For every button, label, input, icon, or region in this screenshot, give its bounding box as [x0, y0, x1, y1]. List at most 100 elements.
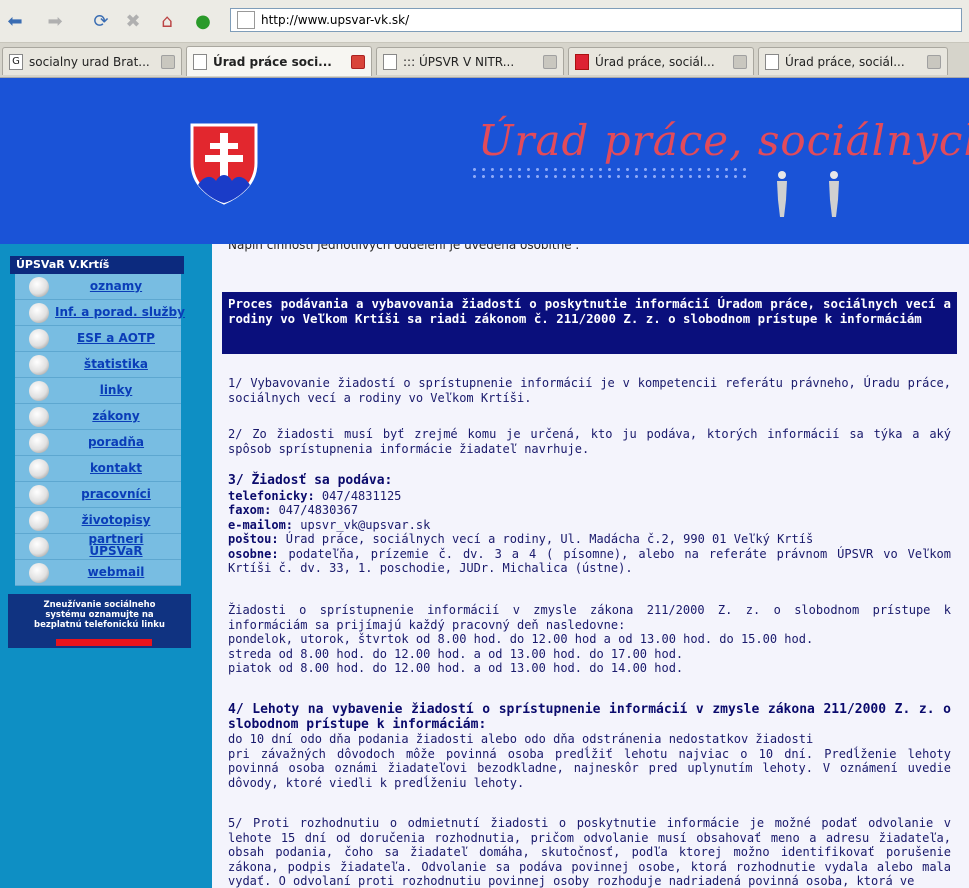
- tab-2[interactable]: Úrad práce soci...: [186, 46, 372, 76]
- office-hours-line: piatok od 8.00 hod. do 12.00 hod. a od 1…: [228, 661, 684, 675]
- sidebar-item-label[interactable]: webmail: [55, 565, 177, 579]
- paragraph-3: 3/ Žiadosť sa podáva: telefonicky: 047/4…: [228, 473, 951, 576]
- sidebar-item-label[interactable]: partneri ÚPSVaR: [55, 533, 177, 557]
- content-cut-line: Náplň činnosti jednotlivých oddelení je …: [228, 244, 580, 252]
- paragraph-5: 5/ Proti rozhodnutiu o odmietnutí žiados…: [228, 816, 951, 888]
- menu-ball-icon: [29, 329, 49, 349]
- google-icon: G: [9, 53, 23, 70]
- banner-title: Úrad práce, sociálnych v: [478, 116, 969, 165]
- close-icon[interactable]: [351, 54, 365, 69]
- main-content: Náplň činnosti jednotlivých oddelení je …: [212, 244, 969, 888]
- tab-4[interactable]: Úrad práce, sociál...: [568, 47, 754, 75]
- sidebar-item-esf-aotp[interactable]: ESF a AOTP: [15, 326, 181, 352]
- tab-label: Úrad práce, sociál...: [595, 54, 715, 69]
- tab-bar: G socialny urad Brat... Úrad práce soci.…: [0, 43, 969, 78]
- alert-line: systému oznamujte na: [45, 610, 154, 620]
- red-bar-decoration: [56, 639, 152, 646]
- sidebar-item-label[interactable]: životopisy: [55, 513, 177, 527]
- menu-ball-icon: [29, 381, 49, 401]
- sidebar-item-poradna[interactable]: poradňa: [15, 430, 181, 456]
- tab-5[interactable]: Úrad práce, sociál...: [758, 47, 948, 75]
- paragraph-4-line: pri závažných dôvodoch môže povinná osob…: [228, 746, 951, 790]
- menu-ball-icon: [29, 511, 49, 531]
- sidebar-item-pracovnici[interactable]: pracovníci: [15, 482, 181, 508]
- sidebar-item-label[interactable]: zákony: [55, 409, 177, 423]
- sidebar-item-inf-porad-sluzby[interactable]: Inf. a porad. služby: [15, 300, 185, 326]
- person-figure-icon: [777, 171, 787, 217]
- menu-ball-icon: [29, 459, 49, 479]
- close-icon[interactable]: [927, 54, 941, 69]
- close-icon[interactable]: [543, 54, 557, 69]
- sidebar-item-label[interactable]: oznamy: [55, 279, 177, 293]
- person-figure-icon: [829, 171, 839, 217]
- tab-label: socialny urad Brat...: [29, 54, 150, 69]
- sidebar-item-partneri[interactable]: partneri ÚPSVaR: [15, 533, 181, 560]
- contact-post: poštou: Úrad práce, sociálnych vecí a ro…: [228, 532, 814, 546]
- close-icon[interactable]: [733, 54, 747, 69]
- crest-icon: [575, 53, 589, 70]
- alert-line: bezplatnú telefonickú linku: [34, 620, 165, 630]
- paragraph-1: 1/ Vybavovanie žiadostí o sprístupnenie …: [228, 376, 951, 405]
- tab-label: Úrad práce, sociál...: [785, 54, 905, 69]
- paragraph-3-heading: 3/ Žiadosť sa podáva:: [228, 473, 393, 488]
- contact-email: e-mailom: upsvr_vk@upsvar.sk: [228, 517, 431, 532]
- google-toolbar-icon[interactable]: ●: [190, 8, 216, 34]
- menu-ball-icon: [29, 433, 49, 453]
- office-hours: Žiadosti o sprístupnenie informácií v zm…: [228, 603, 951, 676]
- banner-dots-decoration: [470, 166, 750, 180]
- menu-ball-icon: [29, 563, 49, 583]
- sidebar-item-zivotopisy[interactable]: životopisy: [15, 508, 181, 534]
- paragraph-4: 4/ Lehoty na vybavenie žiadostí o spríst…: [228, 702, 951, 790]
- paragraph-4-heading: 4/ Lehoty na vybavenie žiadostí o spríst…: [228, 702, 951, 732]
- sidebar-item-kontakt[interactable]: kontakt: [15, 456, 181, 482]
- sidebar-menu: oznamy Inf. a porad. služby ESF a AOTP š…: [15, 274, 185, 586]
- section-heading-box: Proces podávania a vybavovania žiadostí …: [222, 292, 957, 354]
- close-icon[interactable]: [161, 54, 175, 69]
- menu-ball-icon: [29, 303, 49, 323]
- menu-ball-icon: [29, 355, 49, 375]
- tab-label: ::: ÚPSVR V NITR...: [403, 54, 515, 69]
- office-hours-intro: Žiadosti o sprístupnenie informácií v zm…: [228, 603, 951, 632]
- sidebar-item-label[interactable]: linky: [55, 383, 177, 397]
- sidebar-item-label[interactable]: poradňa: [55, 435, 177, 449]
- address-text: http://www.upsvar-vk.sk/: [261, 13, 410, 27]
- sidebar-item-label[interactable]: kontakt: [55, 461, 177, 475]
- contact-personal: osobne: podateľňa, prízemie č. dv. 3 a 4…: [228, 546, 951, 576]
- contact-phone: telefonicky: 047/4831125: [228, 488, 402, 503]
- forward-arrow-icon[interactable]: ➡: [42, 8, 68, 34]
- menu-ball-icon: [29, 277, 49, 297]
- page-icon: [383, 53, 397, 70]
- tab-label: Úrad práce soci...: [213, 54, 332, 69]
- paragraph-4-line: do 10 dní odo dňa podania žiadosti alebo…: [228, 732, 814, 746]
- sidebar-item-statistika[interactable]: štatistika: [15, 352, 181, 378]
- menu-ball-icon: [29, 407, 49, 427]
- page-icon: [193, 53, 207, 70]
- tab-3[interactable]: ::: ÚPSVR V NITR...: [376, 47, 564, 75]
- sidebar-item-label[interactable]: Inf. a porad. služby: [55, 305, 185, 319]
- office-hours-line: pondelok, utorok, štvrtok od 8.00 hod. d…: [228, 632, 814, 646]
- site-banner: Úrad práce, sociálnych v: [0, 78, 969, 244]
- alert-line: Zneužívanie sociálneho: [43, 600, 156, 610]
- slovak-coat-of-arms-icon: [190, 123, 258, 205]
- sidebar-item-webmail[interactable]: webmail: [15, 560, 181, 586]
- home-icon[interactable]: ⌂: [154, 8, 180, 34]
- stop-icon[interactable]: ✖: [120, 8, 146, 34]
- contact-fax: faxom: 047/4830367: [228, 503, 359, 517]
- abuse-hotline-banner[interactable]: Zneužívanie sociálneho systému oznamujte…: [8, 594, 191, 648]
- sidebar-item-label[interactable]: pracovníci: [55, 487, 177, 501]
- page-icon: [237, 11, 255, 29]
- sidebar-item-label[interactable]: štatistika: [55, 357, 177, 371]
- back-arrow-icon[interactable]: ⬅: [2, 8, 28, 34]
- office-hours-line: streda od 8.00 hod. do 12.00 hod. a od 1…: [228, 646, 684, 661]
- browser-toolbar: ⬅ ➡ ⟳ ✖ ⌂ ● http://www.upsvar-vk.sk/: [0, 0, 969, 43]
- address-bar[interactable]: http://www.upsvar-vk.sk/: [230, 8, 962, 32]
- sidebar-item-linky[interactable]: linky: [15, 378, 181, 404]
- paragraph-2: 2/ Zo žiadosti musí byť zrejmé komu je u…: [228, 427, 951, 456]
- sidebar-item-oznamy[interactable]: oznamy: [15, 274, 181, 300]
- tab-1[interactable]: G socialny urad Brat...: [2, 47, 182, 75]
- sidebar-item-zakony[interactable]: zákony: [15, 404, 181, 430]
- page-icon: [765, 53, 779, 70]
- menu-ball-icon: [29, 537, 49, 557]
- sidebar-item-label[interactable]: ESF a AOTP: [55, 331, 177, 345]
- reload-icon[interactable]: ⟳: [88, 8, 114, 34]
